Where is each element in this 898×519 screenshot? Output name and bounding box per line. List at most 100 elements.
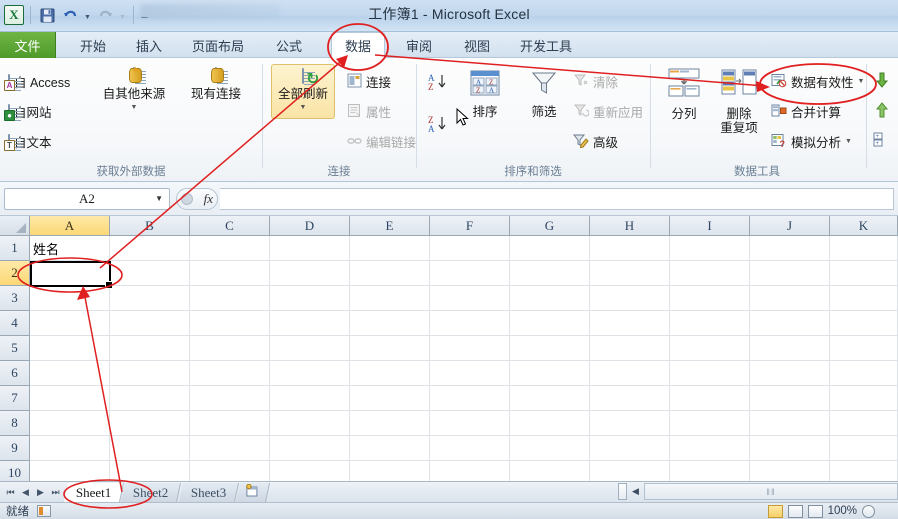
cell-g1[interactable] (510, 236, 590, 261)
cell-f8[interactable] (430, 411, 510, 436)
cell-i7[interactable] (670, 386, 750, 411)
next-sheet-icon[interactable]: ▶ (34, 487, 47, 498)
row-header-5[interactable]: 5 (0, 336, 30, 361)
ribbon-button-reapply-filter[interactable]: 重新应用 (573, 102, 643, 121)
column-header-b[interactable]: B (110, 216, 190, 236)
tab-home[interactable]: 开始 (66, 32, 120, 58)
sheet-nav-buttons[interactable]: ⏮ ◀ ▶ ⏭ (0, 487, 66, 498)
page-layout-view-button[interactable] (787, 504, 803, 518)
cell-a10[interactable] (30, 461, 110, 481)
cell-h1[interactable] (590, 236, 670, 261)
ribbon-button-edit-links[interactable]: 编辑链接 (347, 132, 416, 151)
cell-b4[interactable] (110, 311, 190, 336)
cell-f4[interactable] (430, 311, 510, 336)
cell-k4[interactable] (830, 311, 898, 336)
cell-j10[interactable] (750, 461, 830, 481)
cell-g9[interactable] (510, 436, 590, 461)
ribbon-button-subtotal[interactable]: + + (873, 132, 891, 151)
column-header-j[interactable]: J (750, 216, 830, 236)
cell-c2[interactable] (190, 261, 270, 286)
column-header-d[interactable]: D (270, 216, 350, 236)
cell-j5[interactable] (750, 336, 830, 361)
column-header-i[interactable]: I (670, 216, 750, 236)
cell-e7[interactable] (350, 386, 430, 411)
tab-data[interactable]: 数据 (331, 32, 385, 58)
cell-h9[interactable] (590, 436, 670, 461)
cell-a3[interactable] (30, 286, 110, 311)
from-other-sources-dropdown-icon[interactable]: ▼ (131, 101, 138, 115)
cell-d3[interactable] (270, 286, 350, 311)
split-handle[interactable] (618, 483, 627, 500)
ribbon-button-ungroup-rows[interactable] (873, 102, 891, 121)
cell-b2[interactable] (110, 261, 190, 286)
cell-j7[interactable] (750, 386, 830, 411)
select-all-corner[interactable] (0, 216, 30, 236)
cell-j1[interactable] (750, 236, 830, 261)
row-header-9[interactable]: 9 (0, 436, 30, 461)
cell-c1[interactable] (190, 236, 270, 261)
cell-c6[interactable] (190, 361, 270, 386)
zoom-slider[interactable] (862, 504, 892, 518)
cell-a4[interactable] (30, 311, 110, 336)
ribbon-button-advanced-filter[interactable]: 高级 (572, 132, 618, 151)
cell-i8[interactable] (670, 411, 750, 436)
cell-k3[interactable] (830, 286, 898, 311)
cell-c10[interactable] (190, 461, 270, 481)
cell-h6[interactable] (590, 361, 670, 386)
cell-k10[interactable] (830, 461, 898, 481)
cell-h3[interactable] (590, 286, 670, 311)
cell-k1[interactable] (830, 236, 898, 261)
cell-a5[interactable] (30, 336, 110, 361)
cell-e2[interactable] (350, 261, 430, 286)
cell-d6[interactable] (270, 361, 350, 386)
tab-insert[interactable]: 插入 (122, 32, 176, 58)
ribbon-button-sort-ascending[interactable]: A Z (427, 72, 453, 92)
cell-e4[interactable] (350, 311, 430, 336)
spreadsheet-grid[interactable]: A B C D E F G H I J K 1 2 3 4 5 6 7 8 9 … (0, 216, 898, 481)
cell-c9[interactable] (190, 436, 270, 461)
row-header-10[interactable]: 10 (0, 461, 30, 481)
cell-c4[interactable] (190, 311, 270, 336)
ribbon-button-group-rows[interactable] (873, 72, 891, 91)
ribbon-button-sort-descending[interactable]: Z A (427, 114, 453, 134)
tab-file[interactable]: 文件 (0, 32, 56, 58)
cell-k7[interactable] (830, 386, 898, 411)
cell-i4[interactable] (670, 311, 750, 336)
cell-e1[interactable] (350, 236, 430, 261)
cell-f2[interactable] (430, 261, 510, 286)
cell-i2[interactable] (670, 261, 750, 286)
cell-j8[interactable] (750, 411, 830, 436)
insert-function-button[interactable]: fx (176, 187, 218, 210)
sheet-tab-sheet2[interactable]: Sheet2 (121, 482, 182, 502)
ribbon-button-text-to-columns[interactable]: 分列 (659, 68, 709, 121)
cell-h7[interactable] (590, 386, 670, 411)
row-header-2[interactable]: 2 (0, 261, 30, 286)
cell-i6[interactable] (670, 361, 750, 386)
ribbon-button-from-other-sources[interactable]: ✦ 自其他来源 ▼ (95, 65, 173, 115)
scroll-left-arrow-icon[interactable]: ◀ (627, 483, 644, 500)
ribbon-button-refresh-all[interactable]: ↻ 全部刷新 ▼ (271, 64, 335, 119)
cell-a1[interactable]: 姓名 (30, 236, 110, 261)
name-box-dropdown-icon[interactable]: ▼ (155, 194, 163, 203)
sheet-tab-sheet3[interactable]: Sheet3 (178, 482, 240, 502)
name-box[interactable]: A2 ▼ (4, 187, 170, 210)
cell-d1[interactable] (270, 236, 350, 261)
cell-f1[interactable] (430, 236, 510, 261)
last-sheet-icon[interactable]: ⏭ (49, 487, 62, 498)
insert-worksheet-icon[interactable] (236, 482, 271, 502)
cell-b3[interactable] (110, 286, 190, 311)
cell-b1[interactable] (110, 236, 190, 261)
cell-b7[interactable] (110, 386, 190, 411)
cell-d8[interactable] (270, 411, 350, 436)
row-header-4[interactable]: 4 (0, 311, 30, 336)
ribbon-button-filter[interactable]: 筛选 (519, 70, 569, 119)
cell-d10[interactable] (270, 461, 350, 481)
ribbon-button-from-text[interactable]: T 自文本 (4, 132, 52, 151)
row-header-7[interactable]: 7 (0, 386, 30, 411)
cell-h5[interactable] (590, 336, 670, 361)
cell-c5[interactable] (190, 336, 270, 361)
row-header-3[interactable]: 3 (0, 286, 30, 311)
cell-d9[interactable] (270, 436, 350, 461)
cell-j9[interactable] (750, 436, 830, 461)
prev-sheet-icon[interactable]: ◀ (19, 487, 32, 498)
